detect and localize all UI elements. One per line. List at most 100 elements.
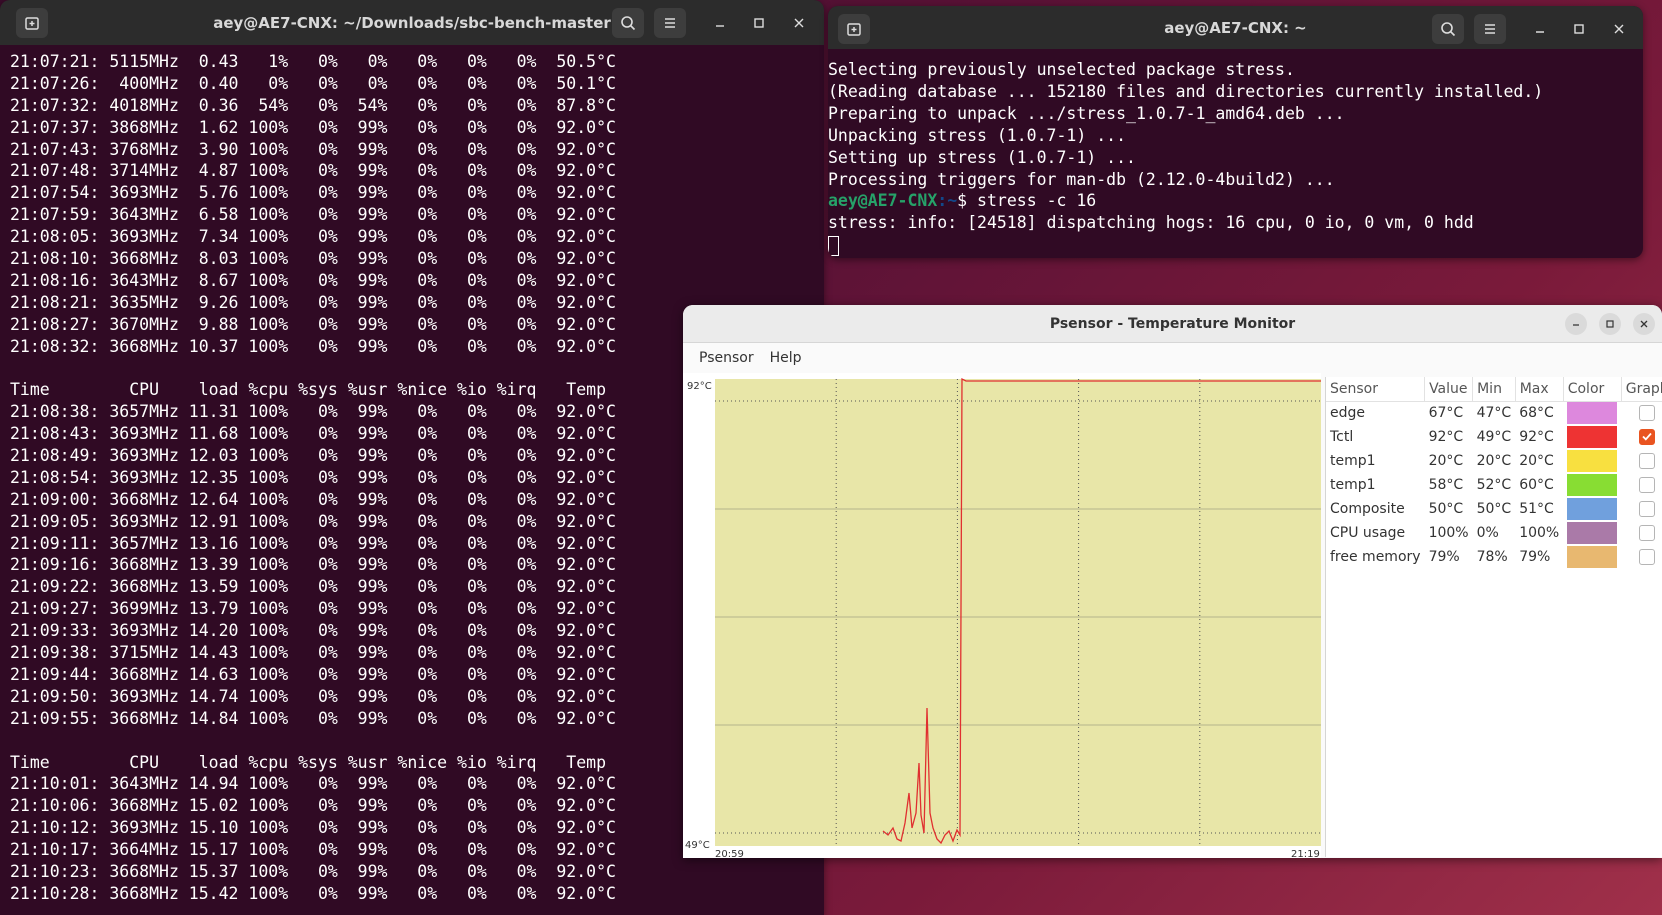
sensor-row[interactable]: CPU usage 100% 0% 100% <box>1326 521 1662 545</box>
color-swatch[interactable] <box>1567 522 1618 544</box>
command-text: stress -c 16 <box>977 191 1097 211</box>
sensor-color-cell[interactable] <box>1563 521 1621 545</box>
new-tab-button[interactable] <box>838 14 870 44</box>
sensor-graph-cell[interactable] <box>1621 497 1662 521</box>
sensor-color-cell[interactable] <box>1563 497 1621 521</box>
maximize-button[interactable] <box>1599 313 1621 335</box>
sensor-color-cell[interactable] <box>1563 473 1621 497</box>
sensor-color-cell[interactable] <box>1563 545 1621 569</box>
graph-checkbox[interactable] <box>1638 477 1655 493</box>
terminal-line: 21:07:54: 3693MHz 5.76 100% 0% 99% 0% 0%… <box>10 183 616 203</box>
terminal-line: 21:08:16: 3643MHz 8.67 100% 0% 99% 0% 0%… <box>10 270 616 290</box>
graph-checkbox[interactable] <box>1638 453 1655 469</box>
graph-checkbox[interactable] <box>1638 429 1655 445</box>
menu-button[interactable] <box>1474 14 1506 44</box>
sensor-max: 100% <box>1519 525 1560 541</box>
column-value[interactable]: Value <box>1424 377 1474 402</box>
sensor-rows: edge 67°C 47°C 68°C Tctl 92°C 49°C 92°C temp1 20°… <box>1326 401 1662 569</box>
maximize-button[interactable] <box>748 12 770 34</box>
sensor-color-cell[interactable] <box>1563 401 1621 425</box>
terminal-line: Selecting previously unselected package … <box>828 60 1295 79</box>
sensor-row[interactable]: temp1 58°C 52°C 60°C <box>1326 473 1662 497</box>
hamburger-icon <box>665 18 675 28</box>
column-max[interactable]: Max <box>1515 377 1564 402</box>
psensor-window[interactable]: Psensor - Temperature Monitor Psensor He… <box>683 305 1662 858</box>
color-swatch[interactable] <box>1567 498 1618 520</box>
sensor-graph-cell[interactable] <box>1621 473 1662 497</box>
new-tab-button[interactable] <box>16 8 48 38</box>
column-graph[interactable]: Graph <box>1621 377 1662 402</box>
text-cursor <box>828 235 839 256</box>
sensor-graph-cell[interactable] <box>1621 401 1662 425</box>
column-min[interactable]: Min <box>1472 377 1516 402</box>
sensor-table: Sensor Value Min Max Color Graph edge 67°… <box>1326 377 1662 569</box>
graph-checkbox[interactable] <box>1638 405 1655 422</box>
color-swatch[interactable] <box>1567 450 1618 472</box>
close-button[interactable] <box>788 12 810 34</box>
sensor-graph-cell[interactable] <box>1621 425 1662 449</box>
close-button[interactable] <box>1608 18 1630 40</box>
terminal-line: Setting up stress (1.0.7-1) ... <box>828 147 1136 167</box>
sensor-min: 78% <box>1476 549 1508 565</box>
minimize-button[interactable] <box>709 12 731 34</box>
graph-checkbox[interactable] <box>1638 525 1655 541</box>
color-swatch[interactable] <box>1567 474 1618 496</box>
close-button[interactable] <box>1633 313 1655 335</box>
graph-plot-area <box>715 379 1321 846</box>
sensor-max: 92°C <box>1519 429 1554 445</box>
psensor-titlebar[interactable]: Psensor - Temperature Monitor <box>683 305 1662 343</box>
x-end-label: 21:19 <box>1291 849 1320 858</box>
sensor-name: CPU usage <box>1330 525 1406 541</box>
sensor-row[interactable]: temp1 20°C 20°C 20°C <box>1326 449 1662 473</box>
color-swatch[interactable] <box>1567 426 1618 448</box>
minimize-button[interactable] <box>1529 18 1551 40</box>
terminal-titlebar[interactable]: aey@AE7-CNX: ~/Downloads/sbc-bench-maste… <box>0 0 824 45</box>
color-swatch[interactable] <box>1567 402 1618 425</box>
maximize-button[interactable] <box>1568 18 1590 40</box>
graph-checkbox[interactable] <box>1638 501 1655 517</box>
terminal-window-right[interactable]: aey@AE7-CNX: ~ Selecting previously unse… <box>828 6 1643 258</box>
sensor-color-cell[interactable] <box>1563 449 1621 473</box>
sensor-value: 79% <box>1428 549 1460 565</box>
sensor-row[interactable]: Tctl 92°C 49°C 92°C <box>1326 425 1662 449</box>
menu-psensor[interactable]: Psensor <box>691 346 762 370</box>
sensor-value: 20°C <box>1428 453 1464 469</box>
prompt-line: aey@AE7-CNX:~$ stress -c 16 <box>828 190 1643 212</box>
search-button[interactable] <box>612 8 644 38</box>
column-sensor[interactable]: Sensor <box>1326 377 1426 402</box>
terminal-titlebar[interactable]: aey@AE7-CNX: ~ <box>828 6 1643 49</box>
terminal-output[interactable]: Selecting previously unselected package … <box>828 49 1643 256</box>
color-swatch[interactable] <box>1567 546 1618 568</box>
terminal-line: 21:10:23: 3668MHz 15.37 100% 0% 99% 0% 0… <box>10 861 616 881</box>
menubar: Psensor Help <box>683 343 1662 373</box>
sensor-graph-cell[interactable] <box>1621 545 1662 569</box>
sensor-value: 92°C <box>1428 429 1464 445</box>
search-button[interactable] <box>1432 14 1464 44</box>
minimize-button[interactable] <box>1565 313 1587 335</box>
close-icon <box>1614 24 1624 34</box>
menu-help[interactable]: Help <box>762 346 810 370</box>
maximize-icon <box>1574 24 1584 34</box>
terminal-line: (Reading database ... 152180 files and d… <box>828 81 1544 101</box>
sensor-row[interactable]: edge 67°C 47°C 68°C <box>1326 401 1662 425</box>
terminal-line: 21:07:59: 3643MHz 6.58 100% 0% 99% 0% 0%… <box>10 205 616 225</box>
prompt-user: aey@AE7-CNX <box>828 191 938 211</box>
sensor-min: 20°C <box>1476 453 1512 469</box>
menu-button[interactable] <box>654 8 686 38</box>
sensor-min: 49°C <box>1476 429 1512 445</box>
graph-checkbox[interactable] <box>1638 549 1655 565</box>
sensor-name: temp1 <box>1330 477 1376 493</box>
sensor-name: edge <box>1330 405 1365 422</box>
sensor-graph-cell[interactable] <box>1621 521 1662 545</box>
sensor-min: 52°C <box>1476 477 1512 493</box>
sensor-graph-cell[interactable] <box>1621 449 1662 473</box>
sensor-color-cell[interactable] <box>1563 425 1621 449</box>
column-color[interactable]: Color <box>1563 377 1622 402</box>
sensor-row[interactable]: Composite 50°C 50°C 51°C <box>1326 497 1662 521</box>
sensor-table-panel: Sensor Value Min Max Color Graph edge 67°… <box>1325 377 1662 857</box>
terminal-line: 21:08:05: 3693MHz 7.34 100% 0% 99% 0% 0%… <box>10 227 616 247</box>
sensor-row[interactable]: free memory 79% 78% 79% <box>1326 545 1662 569</box>
command-output: stress: info: [24518] dispatching hogs: … <box>828 213 1474 233</box>
cursor-line <box>828 234 1643 256</box>
minimize-icon <box>716 25 724 27</box>
